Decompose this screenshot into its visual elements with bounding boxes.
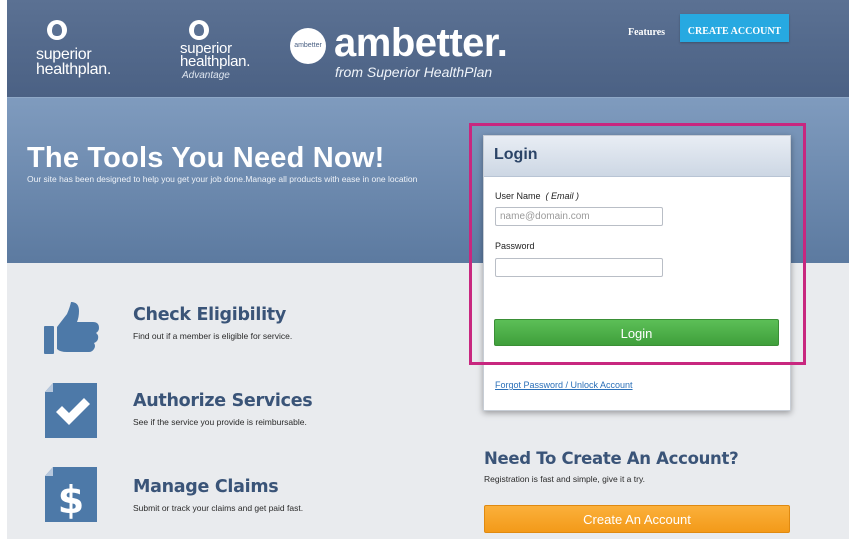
feature-title-manage-claims: Manage Claims <box>133 477 279 497</box>
checkmark-document-icon <box>45 383 97 438</box>
logo-text-line2: healthplan. <box>36 61 111 78</box>
ambetter-wordmark: ambetter. <box>334 21 508 65</box>
dollar-document-icon: $ <box>45 467 97 522</box>
ambetter-badge-icon: ambetter <box>290 28 326 64</box>
create-account-heading: Need To Create An Account? <box>484 449 739 468</box>
feature-title-authorize-services: Authorize Services <box>133 391 313 411</box>
features-link[interactable]: Features <box>628 27 665 38</box>
superior-emblem-icon <box>47 20 67 40</box>
login-button[interactable]: Login <box>494 319 779 346</box>
username-hint: ( Email ) <box>545 191 580 201</box>
feature-title-check-eligibility: Check Eligibility <box>133 305 286 325</box>
password-input[interactable] <box>495 258 663 277</box>
feature-desc-check-eligibility: Find out if a member is eligible for ser… <box>133 331 293 341</box>
logo-text-line3: Advantage <box>182 70 230 81</box>
thumbs-up-icon <box>44 302 99 354</box>
create-account-top-button[interactable]: CREATE ACCOUNT <box>680 14 789 42</box>
svg-text:$: $ <box>58 478 84 522</box>
feature-desc-authorize-services: See if the service you provide is reimbu… <box>133 417 307 427</box>
hero-subtitle: Our site has been designed to help you g… <box>27 174 418 184</box>
login-title: Login <box>494 146 538 163</box>
login-card: Login User Name ( Email ) Password Login… <box>483 135 791 411</box>
page-frame: superior healthplan. superior healthplan… <box>7 0 849 539</box>
site-header: superior healthplan. superior healthplan… <box>7 0 849 97</box>
hero-title: The Tools You Need Now! <box>27 142 385 174</box>
create-account-subtitle: Registration is fast and simple, give it… <box>484 474 645 484</box>
username-input[interactable] <box>495 207 663 226</box>
logo-text-line2: healthplan. <box>180 53 251 70</box>
ambetter-tagline: from Superior HealthPlan <box>335 64 493 80</box>
username-label: User Name ( Email ) <box>495 191 579 201</box>
forgot-password-link[interactable]: Forgot Password / Unlock Account <box>495 380 633 390</box>
feature-desc-manage-claims: Submit or track your claims and get paid… <box>133 503 304 513</box>
login-card-header: Login <box>484 136 790 177</box>
username-label-text: User Name <box>495 191 541 201</box>
login-divider <box>494 362 779 363</box>
superior-advantage-emblem-icon <box>189 20 209 40</box>
create-account-button[interactable]: Create An Account <box>484 505 790 533</box>
password-label: Password <box>495 241 535 251</box>
